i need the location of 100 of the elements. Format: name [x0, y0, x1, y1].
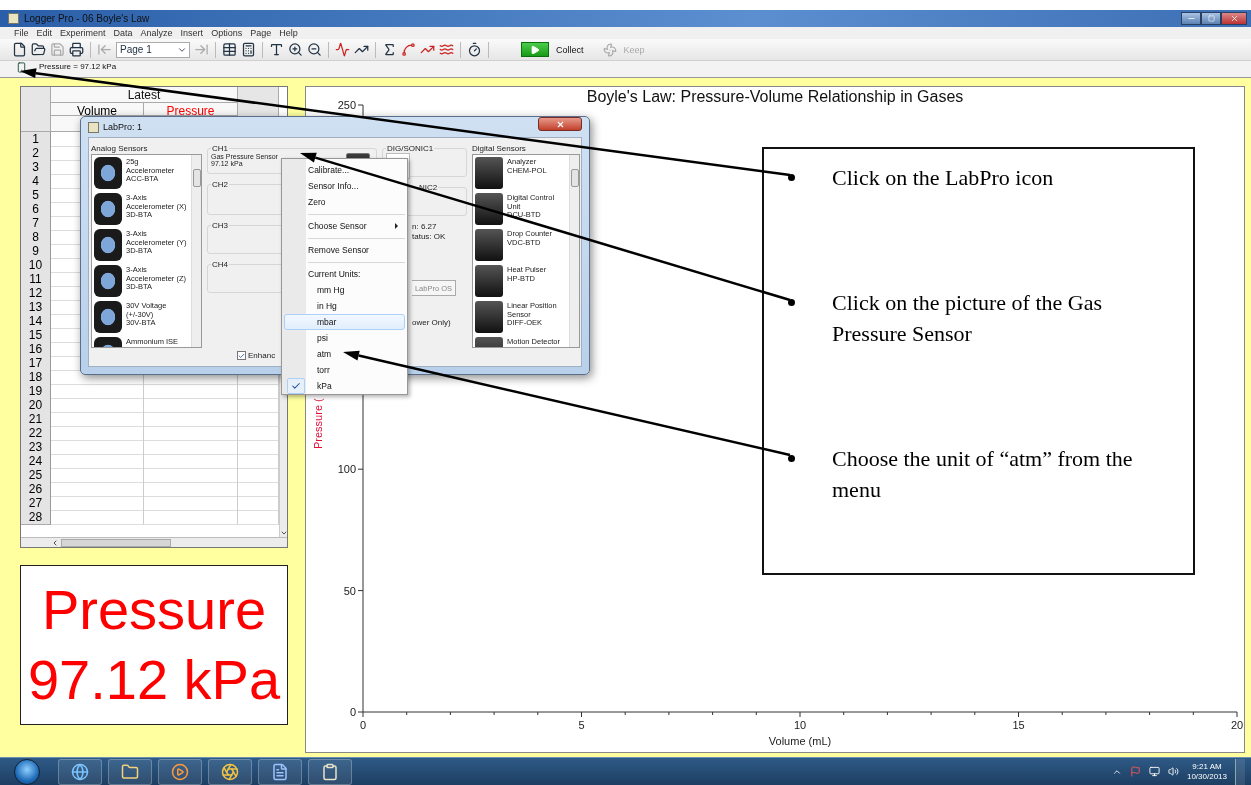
menu-item[interactable]: Remove Sensor	[284, 242, 405, 258]
collect-button[interactable]: Collect	[553, 44, 587, 55]
pulse-line-icon[interactable]	[335, 42, 350, 57]
y-tick-label: 0	[349, 706, 356, 719]
page-dropdown[interactable]: Page 1	[116, 41, 190, 58]
bullet-icon	[788, 299, 795, 306]
scrollbar[interactable]	[191, 155, 201, 347]
sensor-photo-placeholder	[94, 265, 122, 297]
speaker-icon[interactable]	[1167, 766, 1179, 778]
sensor-photo-placeholder	[475, 157, 503, 189]
menu-item[interactable]: Analyze	[136, 27, 177, 38]
table-icon[interactable]	[222, 42, 237, 57]
clock[interactable]: 9:21 AM 10/30/2013	[1186, 761, 1227, 782]
x-tick-label: 15	[1012, 719, 1025, 732]
menu-item[interactable]: Choose Sensor	[284, 218, 405, 234]
menu-item[interactable]: mm Hg	[284, 282, 405, 298]
text-icon[interactable]	[269, 42, 284, 57]
taskbar-button[interactable]	[258, 758, 302, 785]
port-label: NIC2	[418, 183, 439, 192]
menu-item[interactable]: kPa	[284, 378, 405, 394]
sensor-photo-placeholder	[94, 193, 122, 225]
channel-label: CH2	[211, 180, 229, 189]
taskbar-button[interactable]	[208, 758, 252, 785]
play-icon	[171, 762, 189, 781]
minimize-button[interactable]	[1181, 11, 1201, 25]
close-icon	[1229, 13, 1239, 23]
menu-item[interactable]: Help	[275, 27, 302, 38]
menu-item[interactable]: Experiment	[56, 27, 110, 38]
bullet-icon	[788, 455, 795, 462]
x-axis-label: Volume (mL)	[768, 735, 832, 748]
curve-icon[interactable]	[401, 42, 416, 57]
checkbox-label: Enhanc	[248, 351, 276, 360]
sensor-photo-placeholder	[94, 157, 122, 189]
menu-item[interactable]: File	[10, 27, 33, 38]
new-file-icon[interactable]	[12, 42, 27, 57]
instruction-text: Click on the LabPro icon	[832, 164, 1055, 192]
port-label: DIG/SONIC1	[386, 144, 435, 153]
menu-item[interactable]: Zero	[284, 194, 405, 210]
maximize-button[interactable]	[1201, 11, 1221, 25]
print-icon[interactable]	[69, 42, 84, 57]
scroll-left-icon	[51, 538, 59, 547]
channel-label: CH1	[211, 144, 229, 153]
zoom-in-icon[interactable]	[288, 42, 303, 57]
menu-item[interactable]: Data	[109, 27, 137, 38]
column-header: Pressure	[144, 103, 238, 117]
menu-item[interactable]: atm	[284, 346, 405, 362]
menu-item[interactable]: Page	[246, 27, 276, 38]
timer-icon[interactable]	[467, 42, 482, 57]
sensor-photo-placeholder	[94, 301, 122, 333]
menu-item[interactable]: torr	[284, 362, 405, 378]
sensor-photo-placeholder	[475, 193, 503, 225]
show-desktop-button[interactable]	[1235, 758, 1245, 785]
taskbar-button[interactable]	[58, 758, 102, 785]
scrollbar[interactable]	[21, 537, 287, 548]
menu-item[interactable]: in Hg	[284, 298, 405, 314]
taskbar-button[interactable]	[158, 758, 202, 785]
taskbar-button[interactable]	[308, 758, 352, 785]
app-icon	[88, 121, 99, 133]
sigma-icon[interactable]	[382, 42, 397, 57]
column-group-header: Latest	[51, 87, 238, 104]
meter-icon[interactable]	[241, 42, 256, 57]
scrollbar[interactable]	[569, 155, 579, 347]
channel-label: CH3	[211, 221, 229, 230]
menu-item[interactable]: Edit	[32, 27, 57, 38]
dialog-title: LabPro: 1	[103, 122, 143, 132]
submenu-arrow-icon	[395, 223, 398, 229]
x-tick-label: 10	[793, 719, 807, 732]
close-button[interactable]	[1221, 11, 1247, 25]
bullet-icon	[788, 174, 795, 181]
status-text: n: 6.27	[412, 222, 438, 232]
monitor-icon[interactable]	[1148, 766, 1160, 778]
taskbar-button[interactable]	[108, 758, 152, 785]
list-label: Analog Sensors	[91, 144, 149, 154]
menu-item[interactable]: Sensor Info...	[284, 178, 405, 194]
clock-date: 10/30/2013	[1186, 771, 1227, 782]
menu-item[interactable]: Calibrate...	[284, 162, 405, 178]
menu-item[interactable]: Insert	[176, 27, 208, 38]
play-icon[interactable]	[521, 42, 549, 57]
y-tick-label: 250	[337, 99, 356, 112]
start-button[interactable]	[14, 758, 40, 785]
aperture-icon	[221, 762, 239, 781]
list-label: Digital Sensors	[472, 144, 527, 154]
column-header: Volume	[51, 103, 144, 117]
checkbox[interactable]	[237, 351, 246, 360]
sensor-photo-placeholder	[94, 229, 122, 261]
clipboard-icon	[321, 762, 339, 781]
x-tick-label: 0	[359, 719, 367, 732]
maximize-icon	[1207, 14, 1215, 22]
device-icon[interactable]	[16, 62, 27, 74]
menu-item[interactable]: Options	[207, 27, 247, 38]
close-icon	[555, 119, 565, 129]
meter-reading: Pressure = 97.12 kPa	[39, 62, 117, 72]
wave-icon[interactable]	[439, 42, 454, 57]
menu-item[interactable]: mbar	[284, 314, 405, 330]
corner-cell	[21, 87, 51, 133]
document-icon	[271, 762, 289, 781]
open-folder-icon[interactable]	[31, 42, 46, 57]
close-button[interactable]	[538, 117, 582, 131]
menu-item[interactable]: psi	[284, 330, 405, 346]
zoom-out-icon[interactable]	[307, 42, 322, 57]
